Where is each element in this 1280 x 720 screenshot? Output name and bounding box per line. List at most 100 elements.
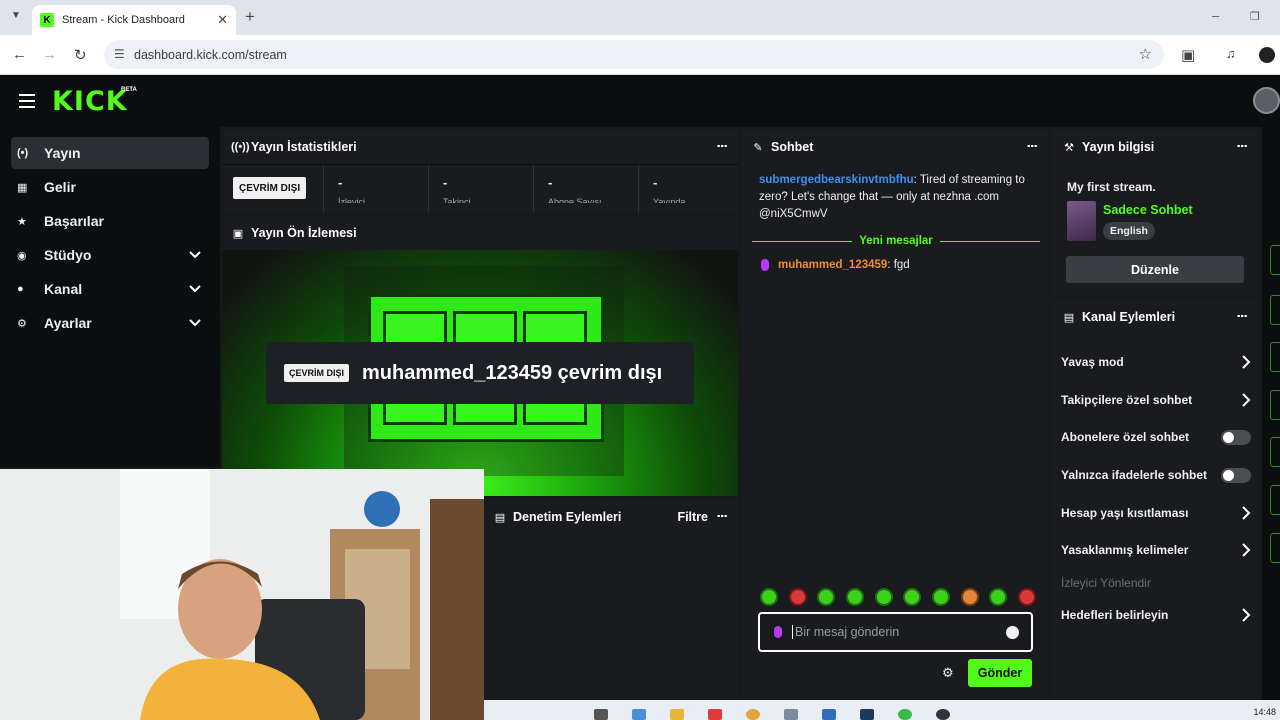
forward-icon[interactable]: → <box>42 46 57 63</box>
back-icon[interactable]: ← <box>12 46 27 63</box>
emote-icon[interactable] <box>1017 588 1036 606</box>
stream-title: My first stream. <box>1067 180 1156 194</box>
bookmark-star-icon[interactable]: ☆ <box>1139 45 1152 63</box>
slow-mode-row[interactable]: Yavaş mod <box>1061 348 1251 376</box>
edge-item[interactable] <box>1270 245 1280 275</box>
taskbar-app-icon[interactable] <box>936 709 950 720</box>
emote-icon[interactable] <box>874 588 893 606</box>
emote-icon[interactable] <box>788 588 807 606</box>
more-options-icon[interactable]: ⋮ <box>715 140 729 151</box>
more-options-icon[interactable]: ⋮ <box>1235 140 1249 151</box>
sidebar-item-kanal[interactable]: ● Kanal <box>11 273 209 305</box>
edit-button[interactable]: Düzenle <box>1066 256 1244 283</box>
new-tab-icon[interactable]: + <box>245 7 255 27</box>
hamburger-menu-icon[interactable] <box>19 94 35 108</box>
taskbar-clock: 14:48 <box>1253 707 1276 717</box>
emote-icon[interactable] <box>989 588 1008 606</box>
user-avatar[interactable] <box>1253 87 1280 114</box>
taskbar-app-icon[interactable] <box>594 709 608 720</box>
chat-bubble-icon: ✎ <box>753 141 763 154</box>
edge-item[interactable] <box>1270 485 1280 515</box>
chat-username[interactable]: submergedbearskinvtmbfhu <box>759 174 914 186</box>
kick-logo[interactable]: KICK <box>52 86 128 117</box>
broadcast-icon: (•) <box>17 147 29 159</box>
taskbar-app-icon[interactable] <box>822 709 836 720</box>
kick-header: KICK BETA <box>0 75 1280 127</box>
send-button[interactable]: Gönder <box>968 659 1032 687</box>
emoji-icon[interactable] <box>1006 626 1019 639</box>
more-options-icon[interactable]: ⋮ <box>715 510 729 521</box>
taskbar-app-icon[interactable] <box>784 709 798 720</box>
followers-only-row[interactable]: Takipçilere özel sohbet <box>1061 386 1251 414</box>
action-label: Yavaş mod <box>1061 355 1124 369</box>
chevron-right-icon <box>1242 355 1251 369</box>
chevron-right-icon <box>1242 393 1251 407</box>
sidebar-item-gelir[interactable]: ▦ Gelir <box>11 171 209 203</box>
edge-item[interactable] <box>1270 342 1280 372</box>
reload-icon[interactable]: ↻ <box>74 46 87 64</box>
edge-item[interactable] <box>1270 533 1280 563</box>
mic-icon[interactable] <box>774 626 782 638</box>
taskbar-app-icon[interactable] <box>708 709 722 720</box>
site-info-icon[interactable]: ☰ <box>114 47 125 61</box>
stat-label: Abone Sayısı <box>548 197 602 203</box>
sidebar-item-basarilar[interactable]: ★ Başarılar <box>11 205 209 237</box>
emote-icon[interactable] <box>931 588 950 606</box>
edge-item[interactable] <box>1270 390 1280 420</box>
taskbar-app-icon[interactable] <box>670 709 684 720</box>
restore-icon[interactable]: ❐ <box>1250 10 1260 23</box>
more-options-icon[interactable]: ⋮ <box>1235 310 1249 321</box>
sidebar-item-ayarlar[interactable]: ⚙ Ayarlar <box>11 307 209 339</box>
panel-header: ▤ Denetim Eylemleri Filtre ⋮ <box>484 500 738 534</box>
chat-message: muhammed_123459: fgd <box>761 259 910 271</box>
filter-button[interactable]: Filtre <box>677 510 708 524</box>
offline-status-button[interactable]: ÇEVRİM DIŞI <box>233 177 307 199</box>
chat-settings-gear-icon[interactable]: ⚙ <box>942 665 954 681</box>
emote-icon[interactable] <box>845 588 864 606</box>
set-goals-row[interactable]: Hedefleri belirleyin <box>1061 601 1251 629</box>
category-thumbnail[interactable] <box>1067 201 1096 241</box>
extensions-icon[interactable]: ▣ <box>1181 46 1195 64</box>
mic-badge-icon <box>761 259 769 271</box>
media-icon[interactable]: ♫ <box>1226 46 1236 61</box>
address-bar[interactable]: ☰ dashboard.kick.com/stream ☆ <box>104 40 1164 69</box>
webcam-overlay <box>0 469 484 720</box>
sidebar: (•) Yayın ▦ Gelir ★ Başarılar ◉ Stüdyo ●… <box>0 127 220 467</box>
profile-icon[interactable] <box>1259 47 1275 63</box>
taskbar-app-icon[interactable] <box>860 709 874 720</box>
browser-tab[interactable]: K Stream - Kick Dashboard ✕ <box>32 5 236 35</box>
account-age-row[interactable]: Hesap yaşı kısıtlaması <box>1061 499 1251 527</box>
chat-input-box[interactable] <box>758 612 1033 652</box>
chat-username[interactable]: muhammed_123459 <box>778 259 887 271</box>
sidebar-item-yayin[interactable]: (•) Yayın <box>11 137 209 169</box>
minimize-icon[interactable]: – <box>1212 8 1219 23</box>
emote-icon[interactable] <box>903 588 922 606</box>
gear-icon: ⚙ <box>17 317 27 330</box>
moderation-actions-panel: ▤ Denetim Eylemleri Filtre ⋮ <box>484 500 738 696</box>
edge-item[interactable] <box>1270 437 1280 467</box>
tab-list-chevron-icon[interactable]: ▼ <box>11 10 21 21</box>
stat-value: - <box>653 175 658 190</box>
close-tab-icon[interactable]: ✕ <box>217 12 228 28</box>
tab-title: Stream - Kick Dashboard <box>62 14 185 26</box>
banned-words-row[interactable]: Yasaklanmış kelimeler <box>1061 536 1251 564</box>
stream-category[interactable]: Sadece Sohbet <box>1103 203 1193 217</box>
taskbar-app-icon[interactable] <box>746 709 760 720</box>
taskbar-app-icon[interactable] <box>898 709 912 720</box>
action-label: Yalnızca ifadelerle sohbet <box>1061 468 1208 482</box>
panel-header: ⚒ Yayın bilgisi ⋮ <box>1053 130 1258 164</box>
emote-only-toggle[interactable] <box>1221 467 1251 483</box>
beta-badge: BETA <box>121 87 137 93</box>
taskbar-app-icon[interactable] <box>632 709 646 720</box>
offline-badge: ÇEVRİM DIŞI <box>284 364 350 382</box>
emote-icon[interactable] <box>817 588 836 606</box>
subscribers-only-toggle[interactable] <box>1221 429 1251 445</box>
sidebar-item-studyo[interactable]: ◉ Stüdyo <box>11 239 209 271</box>
emote-icon[interactable] <box>760 588 778 606</box>
chat-message-text: : fgd <box>887 259 910 271</box>
chat-input[interactable] <box>792 625 982 639</box>
edge-item[interactable] <box>1270 295 1280 325</box>
emote-icon[interactable] <box>960 588 979 606</box>
panel-title: Yayın bilgisi <box>1082 140 1155 154</box>
more-options-icon[interactable]: ⋮ <box>1025 140 1039 151</box>
